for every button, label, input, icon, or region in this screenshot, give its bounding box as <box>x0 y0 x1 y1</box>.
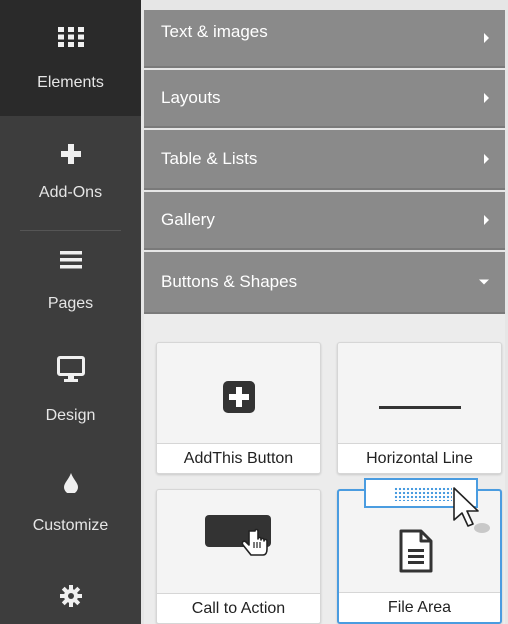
tile-label: AddThis Button <box>157 443 320 473</box>
tile-call-to-action[interactable]: Call to Action <box>156 489 321 624</box>
section-label: Gallery <box>161 210 215 229</box>
section-label: Table & Lists <box>161 149 258 168</box>
section-buttons-shapes[interactable]: Buttons & Shapes <box>144 252 505 314</box>
buttons-shapes-body: AddThis Button Horizontal Line Call to A… <box>144 314 505 624</box>
chevron-right-icon <box>484 33 489 43</box>
horizontal-line-icon <box>379 397 461 415</box>
tile-horizontal-line[interactable]: Horizontal Line <box>337 342 502 474</box>
tile-label: File Area <box>339 592 500 622</box>
tile-label: Horizontal Line <box>338 443 501 473</box>
plus-square-icon <box>223 381 255 418</box>
tile-addthis-button[interactable]: AddThis Button <box>156 342 321 474</box>
editor-sidebar: Elements Add-Ons Pages Design Customize … <box>0 0 508 624</box>
nav-elements[interactable]: Elements <box>0 0 141 116</box>
plus-icon <box>60 144 81 169</box>
left-nav: Elements Add-Ons Pages Design Customize <box>0 0 141 624</box>
drop-icon <box>63 473 78 498</box>
section-label: Layouts <box>161 88 221 107</box>
drag-dots <box>394 487 452 501</box>
nav-design-label: Design <box>45 407 96 424</box>
gear-icon <box>59 585 82 612</box>
section-label: Buttons & Shapes <box>161 272 298 291</box>
nav-add-ons-label: Add-Ons <box>38 184 103 201</box>
nav-design[interactable]: Design <box>0 341 141 451</box>
section-layouts[interactable]: Layouts <box>144 70 505 128</box>
section-label: Text & images <box>161 22 268 41</box>
monitor-icon <box>56 356 85 387</box>
document-icon <box>399 529 433 578</box>
chevron-right-icon <box>484 93 489 103</box>
nav-elements-label: Elements <box>37 74 104 91</box>
section-table-lists[interactable]: Table & Lists <box>144 130 505 190</box>
nav-pages[interactable]: Pages <box>0 231 141 341</box>
chevron-right-icon <box>484 215 489 225</box>
arrow-cursor-icon <box>452 486 492 539</box>
nav-add-ons[interactable]: Add-Ons <box>0 116 141 230</box>
tile-label: Call to Action <box>157 593 320 623</box>
nav-settings[interactable] <box>0 561 141 624</box>
nav-customize[interactable]: Customize <box>0 451 141 561</box>
grid-icon <box>57 27 84 52</box>
chevron-right-icon <box>484 154 489 164</box>
section-text-images[interactable]: Text & images <box>144 10 505 68</box>
chevron-down-icon <box>479 279 489 285</box>
hamburger-icon <box>59 251 82 274</box>
nav-customize-label: Customize <box>32 517 109 534</box>
section-gallery[interactable]: Gallery <box>144 192 505 250</box>
cta-button-icon <box>205 515 275 582</box>
nav-pages-label: Pages <box>47 295 94 312</box>
